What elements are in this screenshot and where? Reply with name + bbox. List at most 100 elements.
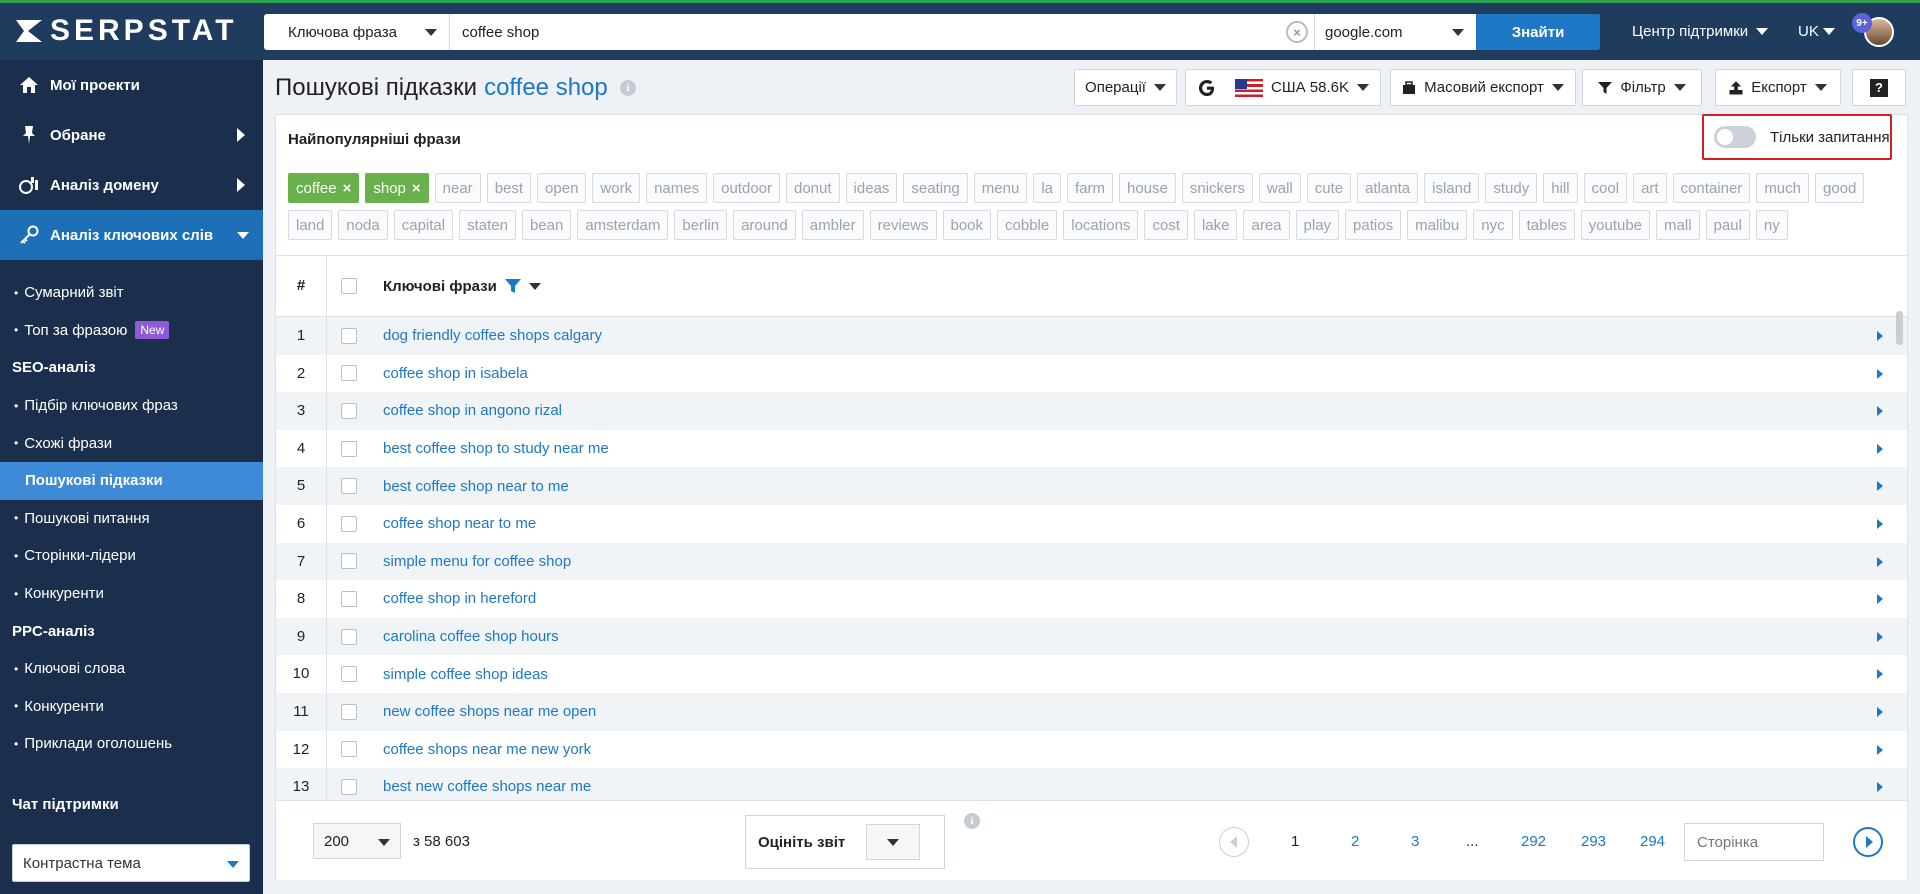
expand-row-icon[interactable] xyxy=(1877,669,1883,680)
expand-row-icon[interactable] xyxy=(1877,556,1883,567)
row-checkbox[interactable] xyxy=(341,703,357,720)
tag[interactable]: much xyxy=(1756,173,1809,203)
keyword-link[interactable]: best coffee shop to study near me xyxy=(371,440,609,457)
info-icon[interactable]: i xyxy=(619,80,636,96)
tag[interactable]: seating xyxy=(903,173,968,203)
tag[interactable]: noda xyxy=(338,210,388,240)
row-checkbox[interactable] xyxy=(341,741,357,758)
column-keywords[interactable]: Ключові фрази xyxy=(371,278,541,295)
tag[interactable]: lake xyxy=(1193,210,1238,240)
tag[interactable]: ideas xyxy=(845,173,898,203)
sidebar-item-search-suggestions[interactable]: Пошукові підказки xyxy=(0,461,263,500)
expand-row-icon[interactable] xyxy=(1877,481,1883,492)
tag[interactable]: cool xyxy=(1583,173,1628,203)
sidebar-item-favorites[interactable]: Обране xyxy=(0,110,263,160)
tag[interactable]: container xyxy=(1672,173,1751,203)
search-engine-select[interactable]: google.com xyxy=(1314,14,1476,50)
tag[interactable]: house xyxy=(1119,173,1176,203)
tag[interactable]: land xyxy=(288,210,333,240)
tag[interactable]: hill xyxy=(1543,173,1578,203)
help-button[interactable]: ? xyxy=(1852,69,1906,106)
expand-row-icon[interactable] xyxy=(1877,518,1883,529)
export-button[interactable]: Експорт xyxy=(1715,69,1841,106)
sidebar-item-projects[interactable]: Мої проекти xyxy=(0,60,263,110)
select-all-checkbox[interactable] xyxy=(341,278,357,294)
selected-tag[interactable]: coffee × xyxy=(288,173,360,203)
language-select[interactable]: UK xyxy=(1798,23,1835,40)
tag[interactable]: area xyxy=(1243,210,1290,240)
search-input[interactable] xyxy=(450,14,1286,50)
tag[interactable]: farm xyxy=(1067,173,1113,203)
keyword-link[interactable]: carolina coffee shop hours xyxy=(371,628,559,645)
mass-export-button[interactable]: Масовий експорт xyxy=(1390,69,1576,106)
sidebar-item-ppc-keywords[interactable]: • Ключові слова xyxy=(0,650,263,688)
keyword-link[interactable]: coffee shop in hereford xyxy=(371,590,536,607)
logo[interactable]: SERPSTAT xyxy=(14,14,238,47)
sidebar-item-competitors[interactable]: • Конкуренти xyxy=(0,575,263,613)
sidebar-item-ppc-competitors[interactable]: • Конкуренти xyxy=(0,688,263,726)
sidebar-item-related-phrases[interactable]: • Схожі фрази xyxy=(0,424,263,462)
tag[interactable]: nyc xyxy=(1473,210,1513,240)
expand-row-icon[interactable] xyxy=(1877,782,1883,793)
keyword-link[interactable]: coffee shop near to me xyxy=(371,515,536,532)
sidebar-item-keyword-selection[interactable]: • Підбір ключових фраз xyxy=(0,387,263,425)
tag[interactable]: atlanta xyxy=(1357,173,1419,203)
keyword-link[interactable]: simple menu for coffee shop xyxy=(371,553,571,570)
scrollbar[interactable] xyxy=(1896,311,1903,345)
tag[interactable]: cute xyxy=(1306,173,1352,203)
tag[interactable]: amsterdam xyxy=(577,210,669,240)
tag[interactable]: snickers xyxy=(1181,173,1253,203)
tag[interactable]: cobble xyxy=(997,210,1058,240)
remove-tag-icon[interactable]: × xyxy=(412,180,421,197)
row-checkbox[interactable] xyxy=(341,365,357,382)
prev-page-button[interactable] xyxy=(1219,827,1249,857)
tag[interactable]: cost xyxy=(1144,210,1188,240)
expand-row-icon[interactable] xyxy=(1877,744,1883,755)
sidebar-item-top-by-phrase[interactable]: • Топ за фразою New xyxy=(0,312,263,350)
sidebar-item-top-pages[interactable]: • Сторінки-лідери xyxy=(0,537,263,575)
operations-button[interactable]: Операції xyxy=(1074,69,1177,106)
keyword-link[interactable]: simple coffee shop ideas xyxy=(371,666,548,683)
row-checkbox[interactable] xyxy=(341,553,357,570)
expand-row-icon[interactable] xyxy=(1877,368,1883,379)
keyword-link[interactable]: coffee shop in angono rizal xyxy=(371,402,562,419)
page-3[interactable]: 3 xyxy=(1411,833,1419,850)
tag[interactable]: berlin xyxy=(674,210,728,240)
sidebar-item-keyword-analysis[interactable]: Аналіз ключових слів xyxy=(0,210,263,260)
sidebar-item-search-questions[interactable]: • Пошукові питання xyxy=(0,500,263,538)
tag[interactable]: island xyxy=(1424,173,1480,203)
questions-only-toggle[interactable]: Тільки запитання xyxy=(1702,114,1892,160)
theme-select[interactable]: Контрастна тема xyxy=(12,844,250,882)
tag[interactable]: donut xyxy=(786,173,840,203)
page-294[interactable]: 294 xyxy=(1640,833,1665,850)
tag[interactable]: near xyxy=(434,173,481,203)
tag[interactable]: names xyxy=(646,173,708,203)
region-select[interactable]: США 58.6K xyxy=(1185,69,1381,106)
rate-select[interactable] xyxy=(866,824,920,860)
expand-row-icon[interactable] xyxy=(1877,331,1883,341)
page-1[interactable]: 1 xyxy=(1291,833,1299,850)
tag[interactable]: capital xyxy=(393,210,454,240)
support-menu[interactable]: Центр підтримки xyxy=(1632,23,1769,40)
tag[interactable]: open xyxy=(537,173,587,203)
row-checkbox[interactable] xyxy=(341,327,357,344)
tag[interactable]: malibu xyxy=(1407,210,1468,240)
expand-row-icon[interactable] xyxy=(1877,594,1883,605)
tag[interactable]: around xyxy=(733,210,796,240)
tag[interactable]: patios xyxy=(1345,210,1402,240)
keyword-link[interactable]: dog friendly coffee shops calgary xyxy=(371,327,602,344)
selected-tag[interactable]: shop × xyxy=(365,173,429,203)
per-page-select[interactable]: 200 xyxy=(313,823,401,859)
sidebar-item-domain-analysis[interactable]: Аналіз домену xyxy=(0,160,263,210)
tag[interactable]: best xyxy=(486,173,532,203)
row-checkbox[interactable] xyxy=(341,590,357,607)
tag[interactable]: art xyxy=(1633,173,1667,203)
row-checkbox[interactable] xyxy=(341,478,357,495)
page-293[interactable]: 293 xyxy=(1581,833,1606,850)
keyword-link[interactable]: new coffee shops near me open xyxy=(371,703,596,720)
remove-tag-icon[interactable]: × xyxy=(343,180,352,197)
next-page-button[interactable] xyxy=(1853,827,1883,857)
sidebar-item-ad-examples[interactable]: • Приклади оголошень xyxy=(0,725,263,763)
row-checkbox[interactable] xyxy=(341,628,357,645)
filter-button[interactable]: Фільтр xyxy=(1582,69,1702,106)
